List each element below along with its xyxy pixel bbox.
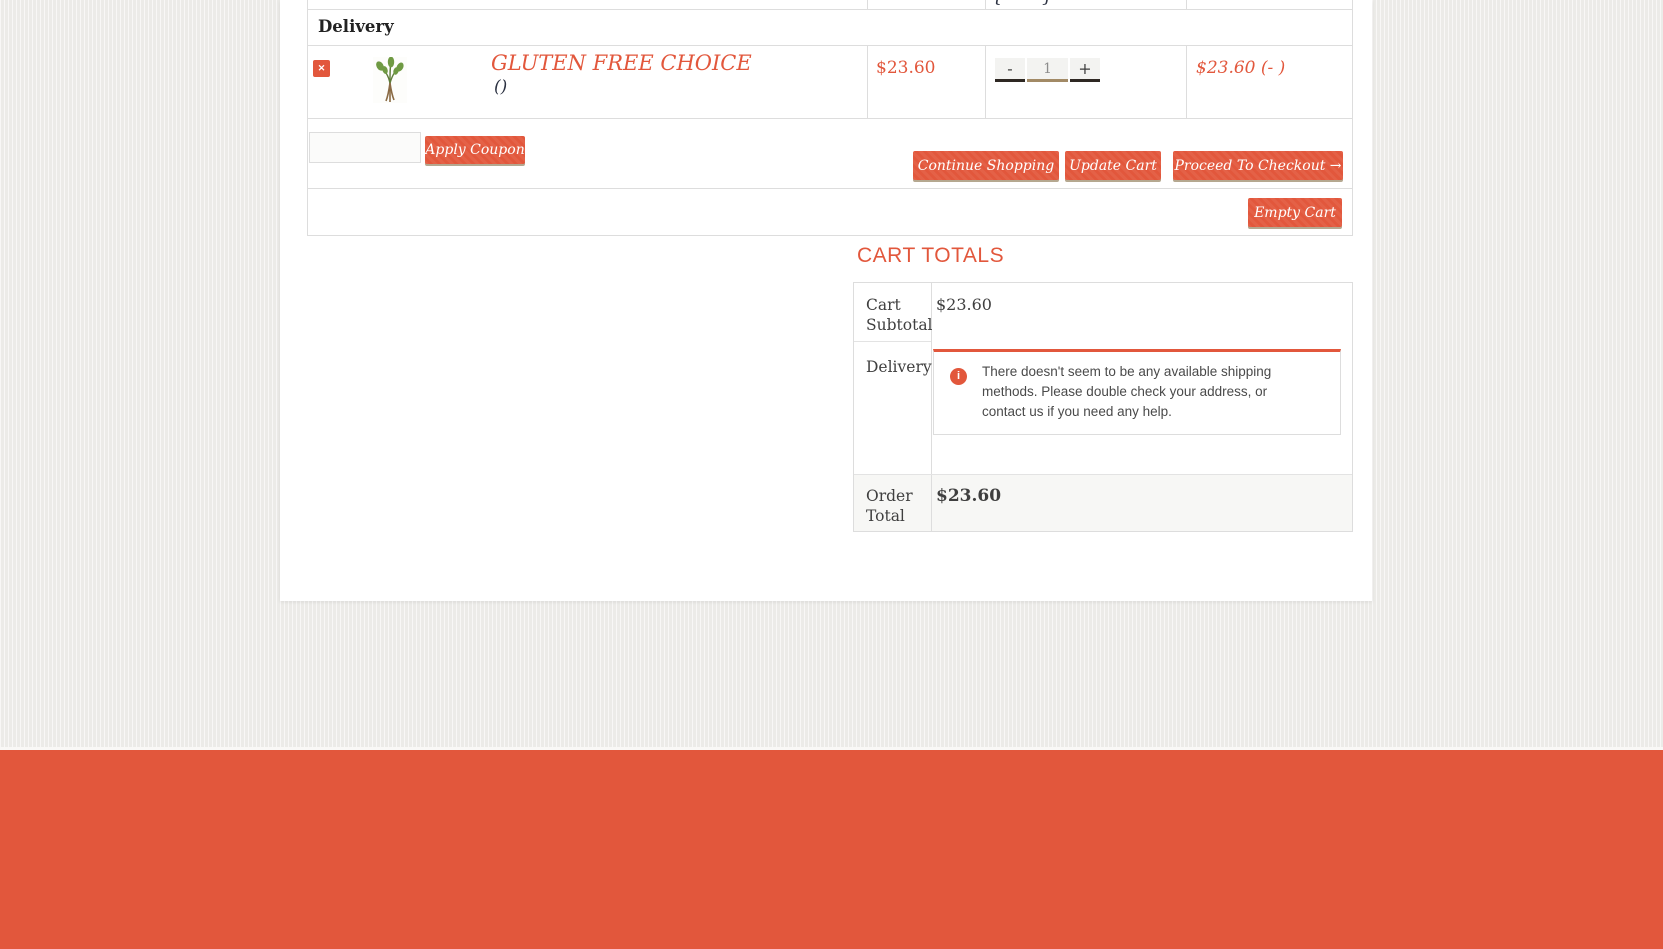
subtotal-label: Cart Subtotal [866,296,933,334]
cart-totals-title: CART TOTALS [857,244,1005,267]
item-price: $23.60 [876,58,936,78]
update-cart-button[interactable]: Update Cart [1065,151,1161,180]
cart-table: { } Delivery ✕ [307,0,1353,236]
product-name-link[interactable]: GLUTEN FREE CHOICE [491,51,752,75]
cart-item-row: ✕ GLUTEN FREE CHOICE () $23.60 - 1 + $23… [308,46,1352,119]
column-divider [985,0,986,9]
empty-cart-row: Empty Cart [308,189,1352,235]
empty-cart-button[interactable]: Empty Cart [1248,198,1342,227]
shipping-notice-box: i There doesn't seem to be any available… [933,349,1341,435]
footer: LOCATION 844-4TOTPOT info@totpot.com 143… [0,750,1663,949]
clipped-glyph: } [1042,0,1053,7]
clipped-glyph: { [992,0,1003,7]
plant-image [376,56,404,102]
column-divider [985,46,986,118]
column-divider [867,0,868,9]
continue-shopping-button[interactable]: Continue Shopping [913,151,1059,180]
page: { } Delivery ✕ [0,0,1663,949]
proceed-to-checkout-button[interactable]: Proceed To Checkout → [1173,151,1343,180]
product-thumbnail[interactable] [373,56,407,103]
column-divider [1186,0,1187,9]
column-divider [1186,46,1187,118]
item-total: $23.60 (- ) [1196,58,1286,78]
cart-group-header-row: Delivery [308,10,1352,46]
qty-decrease-button[interactable]: - [995,58,1025,82]
cart-totals-table: Cart Subtotal $23.60 Delivery i There do… [853,282,1353,532]
group-header-label: Delivery [318,17,394,36]
column-divider [867,46,868,118]
quantity-stepper: - + [995,58,1100,82]
cart-actions-row: Apply Coupon Continue Shopping Update Ca… [308,119,1352,189]
product-meta: () [494,77,508,97]
row-divider [854,474,1352,475]
info-icon: i [950,368,967,385]
shipping-notice-text: There doesn't seem to be any available s… [982,364,1272,419]
remove-item-button[interactable]: ✕ [313,60,330,77]
coupon-input[interactable] [309,132,421,163]
clipped-previous-row: { } [308,0,1352,10]
apply-coupon-button[interactable]: Apply Coupon [425,136,525,164]
row-divider [854,341,931,342]
order-total-value: $23.60 [936,486,1002,506]
delivery-label: Delivery [866,358,932,376]
subtotal-value: $23.60 [936,295,992,314]
order-total-row-background [854,475,1352,531]
order-total-label: Order Total [866,487,913,525]
qty-increase-button[interactable]: + [1070,58,1100,82]
qty-input[interactable] [1027,58,1068,82]
